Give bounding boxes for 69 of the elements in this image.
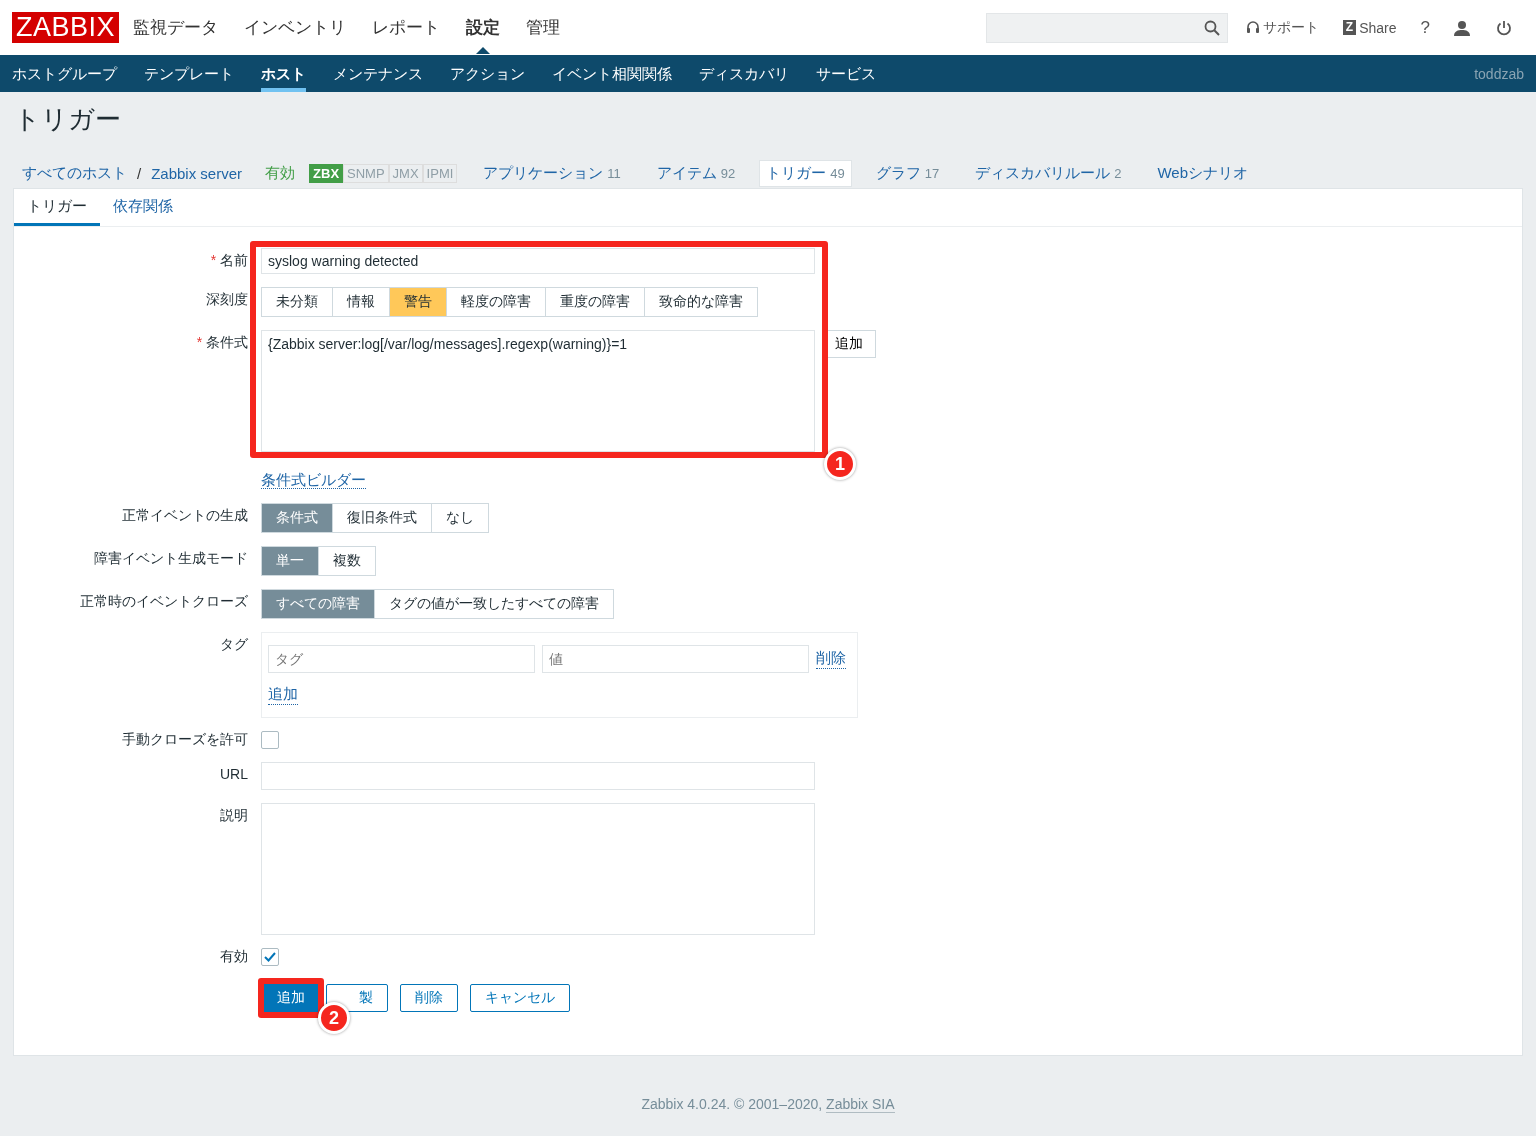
menu-item[interactable]: インベントリ <box>244 16 347 39</box>
field-label: 有効 <box>219 948 248 966</box>
sub-menu-item[interactable]: サービス <box>816 55 876 92</box>
host-section-link[interactable]: トリガー 49 <box>759 159 852 187</box>
breadcrumb-link[interactable]: Zabbix server <box>151 164 243 182</box>
host-section-link[interactable]: グラフ 17 <box>869 160 946 186</box>
host-section-link[interactable]: アプリケーション 11 <box>477 160 627 186</box>
form-button[interactable]: 追加 <box>264 984 318 1012</box>
availability-tag: ZBX <box>309 163 344 183</box>
form-tab[interactable]: トリガー <box>14 189 100 226</box>
breadcrumb-link[interactable]: すべてのホスト <box>22 163 127 183</box>
expression-builder-link[interactable]: 条件式ビルダー <box>261 471 366 489</box>
footer-text: Zabbix 4.0.24. © 2001–2020, Zabbix SIA <box>641 1096 895 1113</box>
field-label: 説明 <box>219 806 248 825</box>
sub-menu-item[interactable]: メンテナンス <box>333 55 423 92</box>
host-section-link[interactable]: アイテム 92 <box>650 160 742 186</box>
menu-item[interactable]: レポート <box>372 16 441 39</box>
breadcrumb-separator: / <box>137 164 142 182</box>
url-field[interactable] <box>261 762 815 790</box>
checkbox[interactable] <box>261 731 279 749</box>
annotation-badge: 2 <box>318 1002 350 1034</box>
search-icon <box>1203 19 1220 36</box>
page-title: トリガー <box>13 103 122 136</box>
description-field[interactable] <box>261 803 815 935</box>
headset-icon <box>1245 20 1260 35</box>
sub-menu-item[interactable]: テンプレート <box>144 55 234 92</box>
form-button[interactable]: 削除 <box>400 984 458 1012</box>
availability-tag: JMX <box>388 163 423 183</box>
username: toddzab <box>1474 65 1524 82</box>
menu-item[interactable]: 監視データ <box>133 16 219 39</box>
tag-name-field[interactable]: タグ <box>268 645 535 673</box>
host-section-link[interactable]: Webシナリオ <box>1151 160 1255 186</box>
field-label: * 名前 <box>209 251 248 270</box>
annotation-badge: 1 <box>824 448 856 480</box>
field-label: 正常イベントの生成 <box>121 506 248 525</box>
logo[interactable]: ZABBIX <box>12 12 120 43</box>
search-field[interactable] <box>985 12 1228 43</box>
field-label: 障害イベント生成モード <box>93 549 248 568</box>
field-label: 正常時のイベントクローズ <box>79 592 248 611</box>
form-button[interactable]: キャンセル <box>470 984 570 1012</box>
expression-field[interactable]: {Zabbix server:log[/var/log/messages].regexp(warning)}=1 <box>261 330 815 452</box>
name-field[interactable]: syslog warning detected <box>261 248 815 274</box>
menu-item[interactable]: 管理 <box>526 16 561 39</box>
availability-tag: IPMI <box>422 163 458 183</box>
field-label: URL <box>219 765 248 784</box>
user-icon[interactable] <box>1454 19 1470 36</box>
sub-menu-item[interactable]: ホストグループ <box>12 55 117 92</box>
field-label: 深刻度 <box>205 290 248 309</box>
sub-menu-item[interactable]: アクション <box>450 55 525 92</box>
sub-menu-item[interactable]: ディスカバリ <box>699 55 789 92</box>
checkbox[interactable] <box>261 948 279 966</box>
share-link[interactable]: Z Share <box>1342 19 1397 36</box>
host-section-link[interactable]: ディスカバリルール 2 <box>969 160 1128 186</box>
remove-tag-link[interactable]: 削除 <box>816 649 846 669</box>
form-button[interactable]: 製 <box>326 984 388 1012</box>
field-label: * 条件式 <box>195 333 248 352</box>
severity-option[interactable]: 警告 <box>389 288 446 316</box>
tag-value-field[interactable]: 値 <box>542 645 809 673</box>
host-status: 有効 <box>265 163 296 183</box>
power-icon[interactable] <box>1496 19 1512 36</box>
availability-tag: SNMP <box>343 163 389 183</box>
form-tab[interactable]: 依存関係 <box>100 189 186 226</box>
field-label: タグ <box>219 635 248 654</box>
field-label: 手動クローズを許可 <box>121 731 248 749</box>
sub-menu-item[interactable]: イベント相関関係 <box>552 55 672 92</box>
sub-menu-item[interactable]: ホスト <box>261 55 306 92</box>
add-tag-link[interactable]: 追加 <box>268 685 298 705</box>
help-link[interactable]: ? <box>1420 17 1430 38</box>
support-link[interactable]: サポート <box>1245 18 1319 37</box>
